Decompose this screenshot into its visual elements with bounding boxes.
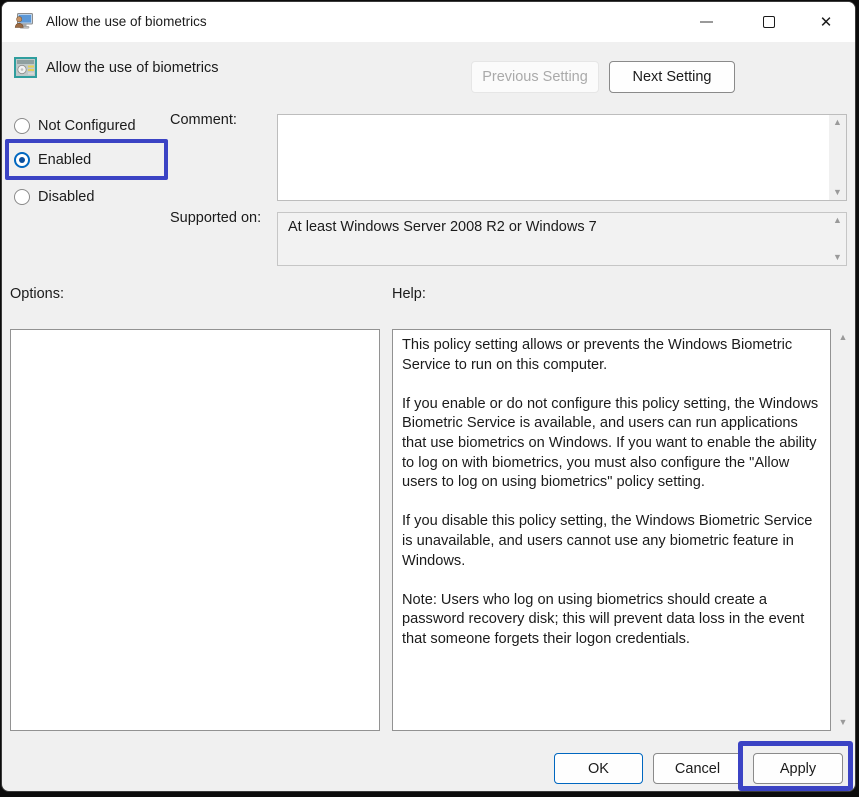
scroll-down-icon[interactable]: ▼ bbox=[833, 188, 842, 197]
close-button[interactable]: ✕ bbox=[803, 2, 849, 42]
supported-on-field: At least Windows Server 2008 R2 or Windo… bbox=[277, 212, 847, 266]
scroll-up-icon[interactable]: ▲ bbox=[833, 118, 842, 127]
maximize-icon bbox=[763, 16, 775, 28]
previous-setting-button[interactable]: Previous Setting bbox=[471, 61, 599, 93]
comment-textarea[interactable]: ▲ ▼ bbox=[277, 114, 847, 201]
help-label: Help: bbox=[392, 286, 426, 302]
close-icon: ✕ bbox=[820, 15, 833, 30]
policy-setting-dialog: Allow the use of biometrics ✕ Allow the … bbox=[1, 1, 856, 792]
scroll-down-icon[interactable]: ▼ bbox=[839, 718, 848, 727]
radio-enabled[interactable]: Enabled bbox=[14, 149, 91, 171]
supported-on-value: At least Windows Server 2008 R2 or Windo… bbox=[288, 219, 597, 235]
help-panel: This policy setting allows or prevents t… bbox=[392, 329, 831, 731]
window-title: Allow the use of biometrics bbox=[46, 14, 207, 29]
comment-label: Comment: bbox=[170, 112, 237, 128]
scroll-up-icon[interactable]: ▲ bbox=[833, 216, 842, 225]
next-setting-button[interactable]: Next Setting bbox=[609, 61, 735, 93]
group-policy-icon bbox=[14, 12, 35, 32]
help-text: This policy setting allows or prevents t… bbox=[402, 336, 821, 650]
title-bar: Allow the use of biometrics ✕ bbox=[2, 2, 855, 42]
setting-name: Allow the use of biometrics bbox=[46, 60, 218, 76]
radio-not-configured[interactable]: Not Configured bbox=[14, 115, 136, 137]
scroll-up-icon[interactable]: ▲ bbox=[839, 333, 848, 342]
scroll-down-icon[interactable]: ▼ bbox=[833, 253, 842, 262]
comment-scrollbar[interactable]: ▲ ▼ bbox=[829, 115, 846, 200]
radio-selected-icon bbox=[14, 152, 30, 168]
supported-scrollbar[interactable]: ▲ ▼ bbox=[829, 213, 846, 265]
cancel-button[interactable]: Cancel bbox=[653, 753, 742, 784]
help-scrollbar[interactable]: ▲ ▼ bbox=[834, 329, 852, 731]
minimize-icon bbox=[700, 21, 713, 23]
apply-button[interactable]: Apply bbox=[753, 753, 843, 784]
supported-on-label: Supported on: bbox=[170, 210, 261, 226]
policy-setting-icon bbox=[14, 57, 37, 78]
options-label: Options: bbox=[10, 286, 64, 302]
radio-circle-icon bbox=[14, 189, 30, 205]
radio-disabled[interactable]: Disabled bbox=[14, 186, 94, 208]
options-panel bbox=[10, 329, 380, 731]
radio-circle-icon bbox=[14, 118, 30, 134]
minimize-button[interactable] bbox=[683, 2, 729, 42]
maximize-button[interactable] bbox=[746, 2, 792, 42]
ok-button[interactable]: OK bbox=[554, 753, 643, 784]
